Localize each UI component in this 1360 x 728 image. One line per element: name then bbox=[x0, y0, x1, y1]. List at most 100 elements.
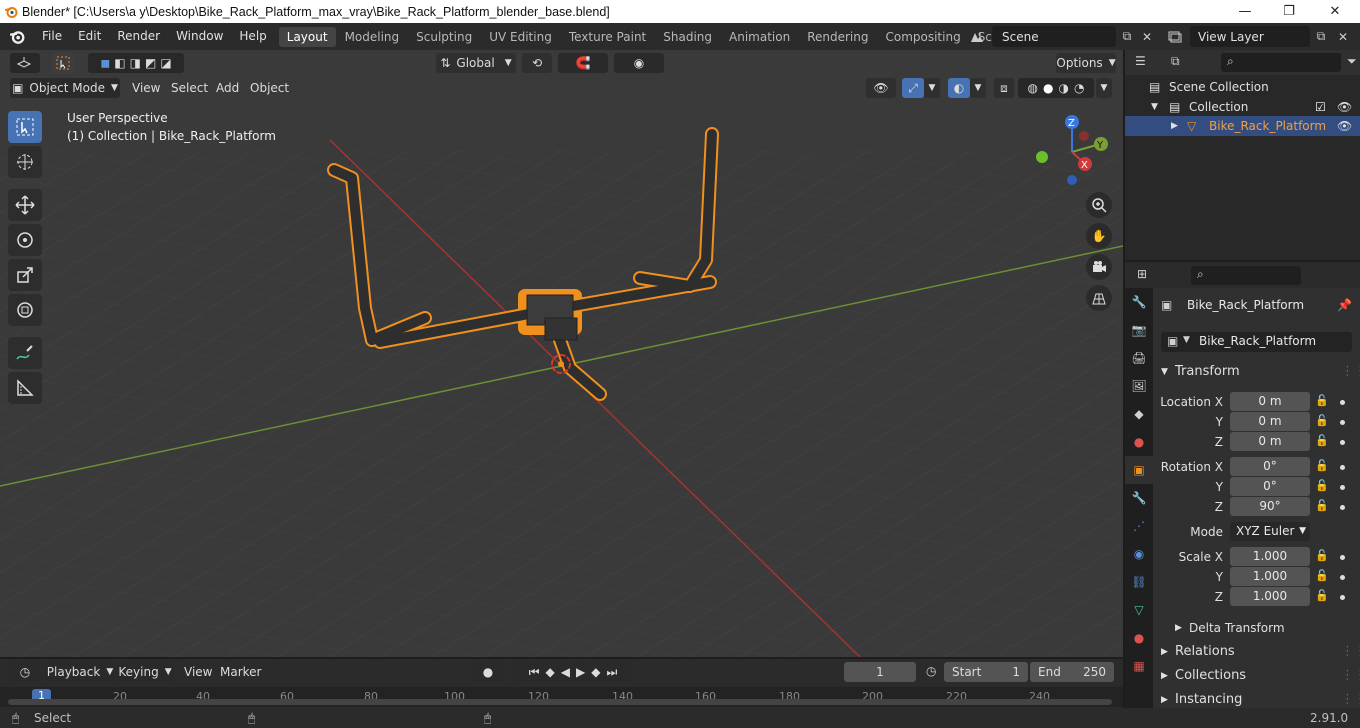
mode-dropdown[interactable]: ▣ Object Mode ▼ bbox=[10, 78, 120, 98]
options-dropdown[interactable]: Options ▼ bbox=[1056, 53, 1116, 73]
keyframe-dot[interactable] bbox=[1340, 400, 1345, 405]
start-frame-field[interactable]: Start 1 bbox=[944, 662, 1028, 682]
tab-rendering[interactable]: Rendering bbox=[799, 27, 876, 47]
location-y-field[interactable]: 0 m bbox=[1230, 412, 1310, 431]
outliner-row-bike-rack[interactable]: ▶ ▽ Bike_Rack_Platform 👁 bbox=[1125, 116, 1360, 136]
end-frame-field[interactable]: End 250 bbox=[1030, 662, 1114, 682]
select-box-tool-icon[interactable] bbox=[52, 52, 74, 74]
remove-scene-icon[interactable]: ✕ bbox=[1136, 26, 1158, 47]
lock-icon[interactable]: 🔓 bbox=[1315, 459, 1329, 472]
lock-icon[interactable]: 🔓 bbox=[1315, 499, 1329, 512]
navigation-gizmo[interactable]: Z Y X bbox=[1030, 110, 1120, 190]
lock-icon[interactable]: 🔓 bbox=[1315, 479, 1329, 492]
expand-chevron-icon[interactable]: ▼ bbox=[1151, 97, 1158, 117]
view-layer-field[interactable]: View Layer bbox=[1190, 26, 1310, 47]
menu-select[interactable]: Select bbox=[165, 78, 214, 98]
transform-tool[interactable] bbox=[8, 294, 42, 326]
object-name-field[interactable]: ▣ ▼ Bike_Rack_Platform bbox=[1161, 332, 1352, 352]
new-view-layer-icon[interactable]: ⧉ bbox=[1310, 26, 1332, 47]
tool-tab-icon[interactable]: 🔧 bbox=[1125, 288, 1153, 316]
transform-orientation-dropdown[interactable]: ⇅ Global ▼ bbox=[436, 53, 516, 73]
keyframe-dot[interactable] bbox=[1340, 465, 1345, 470]
tab-compositing[interactable]: Compositing bbox=[877, 27, 968, 47]
scale-tool[interactable] bbox=[8, 259, 42, 291]
location-x-field[interactable]: 0 m bbox=[1230, 392, 1310, 411]
relations-panel-header[interactable]: ▶ Relations ⋮⋮ bbox=[1153, 640, 1360, 664]
lock-icon[interactable]: 🔓 bbox=[1315, 434, 1329, 447]
keyframe-dot[interactable] bbox=[1340, 440, 1345, 445]
tab-layout[interactable]: Layout bbox=[278, 26, 336, 47]
intersect-selection-icon[interactable]: ◪ bbox=[160, 56, 171, 70]
timeline-editor-icon[interactable]: ◷ bbox=[10, 662, 40, 682]
close-button[interactable]: ✕ bbox=[1312, 0, 1358, 23]
output-tab-icon[interactable]: 🖨 bbox=[1125, 344, 1153, 372]
data-tab-icon[interactable]: ▽ bbox=[1125, 596, 1153, 624]
gizmo-toggle-icon[interactable]: ⤢ bbox=[902, 78, 924, 98]
select-box-tool[interactable] bbox=[8, 111, 42, 143]
lock-icon[interactable]: 🔓 bbox=[1315, 394, 1329, 407]
solid-shading-icon[interactable]: ● bbox=[1043, 81, 1053, 95]
rotation-y-field[interactable]: 0° bbox=[1230, 477, 1310, 496]
lock-icon[interactable]: 🔓 bbox=[1315, 549, 1329, 562]
tab-texture-paint[interactable]: Texture Paint bbox=[561, 27, 654, 47]
expand-chevron-icon[interactable]: ▶ bbox=[1171, 116, 1178, 136]
render-tab-icon[interactable]: 📷 bbox=[1125, 316, 1153, 344]
jump-start-icon[interactable]: ⏮ bbox=[529, 665, 540, 680]
menu-render[interactable]: Render bbox=[109, 23, 168, 50]
keyframe-dot[interactable] bbox=[1340, 420, 1345, 425]
remove-view-layer-icon[interactable]: ✕ bbox=[1332, 26, 1354, 47]
extend-selection-icon[interactable]: ◧ bbox=[114, 56, 125, 70]
visibility-eye-icon[interactable]: 👁 bbox=[866, 78, 896, 98]
current-frame-field[interactable]: 1 bbox=[844, 662, 916, 682]
playback-dropdown[interactable]: Playback ▼ bbox=[46, 662, 114, 682]
menu-add[interactable]: Add bbox=[210, 78, 245, 98]
3d-viewport[interactable]: ◼ ◧ ◨ ◩ ◪ ⇅ Global ▼ ⟲ 🧲 ◉ Options ▼ ▣ O… bbox=[0, 50, 1123, 657]
chevron-down-icon[interactable]: ▼ bbox=[1096, 78, 1112, 98]
tab-animation[interactable]: Animation bbox=[721, 27, 798, 47]
drag-handle-icon[interactable]: ⋮⋮ bbox=[1341, 360, 1360, 384]
scene-field[interactable]: Scene bbox=[992, 26, 1116, 47]
chevron-down-icon[interactable]: ▼ bbox=[924, 78, 940, 98]
timeline-scrollbar[interactable] bbox=[8, 699, 1112, 705]
location-z-field[interactable]: 0 m bbox=[1230, 432, 1310, 451]
set-selection-icon[interactable]: ◼ bbox=[100, 56, 110, 70]
proportional-editing-icon[interactable]: ◉ bbox=[614, 53, 664, 73]
cursor-tool[interactable] bbox=[8, 146, 42, 178]
orthographic-toggle-icon[interactable] bbox=[1086, 285, 1112, 311]
delta-transform-header[interactable]: ▶ Delta Transform bbox=[1153, 616, 1360, 640]
xray-toggle-icon[interactable]: ⧈ bbox=[994, 78, 1014, 98]
keying-dropdown[interactable]: Keying ▼ bbox=[116, 662, 174, 682]
play-icon[interactable]: ▶ bbox=[576, 665, 585, 679]
zoom-icon[interactable] bbox=[1086, 192, 1112, 218]
measure-tool[interactable] bbox=[8, 372, 42, 404]
material-tab-icon[interactable]: ● bbox=[1125, 624, 1153, 652]
invert-selection-icon[interactable]: ◩ bbox=[145, 56, 156, 70]
particles-tab-icon[interactable]: ⋰ bbox=[1125, 512, 1153, 540]
tab-modeling[interactable]: Modeling bbox=[337, 27, 408, 47]
properties-editor-icon[interactable]: ⊞ bbox=[1137, 267, 1147, 281]
drag-handle-icon[interactable]: ⋮⋮ bbox=[1341, 640, 1360, 664]
scale-y-field[interactable]: 1.000 bbox=[1230, 567, 1310, 586]
keyframe-dot[interactable] bbox=[1340, 485, 1345, 490]
play-reverse-icon[interactable]: ◀ bbox=[561, 665, 570, 679]
minimize-button[interactable]: — bbox=[1222, 0, 1268, 23]
outliner-search-input[interactable]: ⌕ bbox=[1221, 53, 1341, 72]
visibility-eye-icon[interactable]: 👁 bbox=[1337, 116, 1352, 136]
timeline-ruler[interactable]: 1 20 40 60 80 100 120 140 160 180 200 22… bbox=[0, 687, 1123, 707]
keyframe-dot[interactable] bbox=[1340, 555, 1345, 560]
physics-tab-icon[interactable]: ◉ bbox=[1125, 540, 1153, 568]
view-layer-icon[interactable] bbox=[1164, 26, 1186, 47]
tab-uv-editing[interactable]: UV Editing bbox=[481, 27, 560, 47]
transform-panel-header[interactable]: ▼ Transform ⋮⋮ bbox=[1153, 360, 1360, 384]
constraints-tab-icon[interactable]: ⛓ bbox=[1125, 568, 1153, 596]
display-mode-icon[interactable]: ⧉ bbox=[1171, 54, 1180, 69]
drag-handle-icon[interactable]: ⋮⋮ bbox=[1341, 664, 1360, 688]
keyframe-dot[interactable] bbox=[1340, 595, 1345, 600]
editor-type-icon[interactable] bbox=[10, 53, 40, 73]
exclude-checkbox[interactable]: ☑ bbox=[1315, 97, 1326, 117]
snap-toggle-icon[interactable]: 🧲 bbox=[558, 53, 608, 73]
scene-selector-icon[interactable] bbox=[966, 26, 988, 47]
timeline-menu-view[interactable]: View bbox=[178, 662, 218, 682]
rotation-x-field[interactable]: 0° bbox=[1230, 457, 1310, 476]
properties-search-input[interactable]: ⌕ bbox=[1191, 266, 1301, 285]
